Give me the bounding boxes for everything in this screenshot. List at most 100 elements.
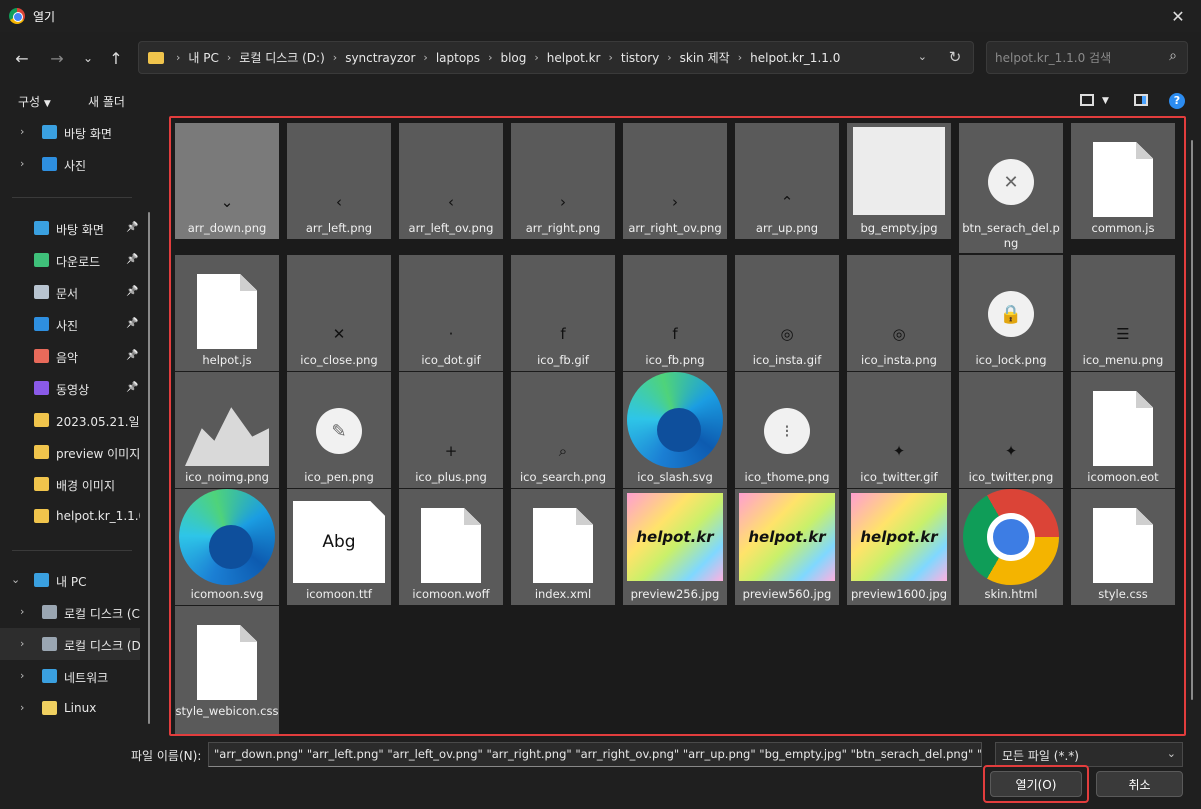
file-tile[interactable]: › arr_right_ov.png: [623, 123, 727, 239]
file-tile[interactable]: ‹ arr_left_ov.png: [399, 123, 503, 239]
breadcrumb-separator-icon[interactable]: ›: [423, 51, 427, 64]
file-tile[interactable]: ⁝ ico_thome.png: [735, 372, 839, 488]
file-tile[interactable]: ☰ ico_menu.png: [1071, 255, 1175, 371]
close-window-button[interactable]: ✕: [1155, 0, 1201, 32]
sidebar-scrollbar[interactable]: [148, 212, 150, 724]
breadcrumb-separator-icon[interactable]: ›: [176, 51, 180, 64]
file-tile[interactable]: ⌄ arr_down.png: [175, 123, 279, 239]
sidebar-item[interactable]: 동영상 📌: [0, 372, 140, 404]
chevron-right-icon[interactable]: ›: [20, 157, 24, 170]
file-tile[interactable]: style_webicon.css: [175, 606, 279, 734]
breadcrumb-item[interactable]: 로컬 디스크 (D:): [239, 49, 324, 66]
refresh-icon[interactable]: ↻: [945, 48, 965, 68]
file-tile[interactable]: helpot.kr preview256.jpg: [623, 489, 727, 605]
file-tile[interactable]: f ico_fb.gif: [511, 255, 615, 371]
sidebar-item[interactable]: helpot.kr_1.1.0: [0, 500, 140, 532]
sidebar-item[interactable]: › 네트워크: [0, 660, 140, 692]
file-tile[interactable]: ‹ arr_left.png: [287, 123, 391, 239]
up-arrow-icon[interactable]: ↑: [104, 46, 128, 70]
breadcrumb-item[interactable]: helpot.kr: [547, 51, 601, 65]
chevron-right-icon[interactable]: ›: [20, 605, 24, 618]
breadcrumb-separator-icon[interactable]: ›: [667, 51, 671, 64]
file-tile[interactable]: ◎ ico_insta.png: [847, 255, 951, 371]
file-tile[interactable]: helpot.js: [175, 255, 279, 371]
file-tile[interactable]: helpot.kr preview560.jpg: [735, 489, 839, 605]
file-tile[interactable]: ico_slash.svg: [623, 372, 727, 488]
file-tile[interactable]: bg_empty.jpg: [847, 123, 951, 239]
sidebar-item[interactable]: › Linux: [0, 692, 140, 724]
chevron-right-icon[interactable]: ›: [20, 125, 24, 138]
file-tile[interactable]: ✕ ico_close.png: [287, 255, 391, 371]
breadcrumb-separator-icon[interactable]: ›: [534, 51, 538, 64]
file-tile[interactable]: icomoon.woff: [399, 489, 503, 605]
file-tile[interactable]: ico_noimg.png: [175, 372, 279, 488]
view-mode-icon[interactable]: [1080, 94, 1094, 106]
file-tile[interactable]: ◎ ico_insta.gif: [735, 255, 839, 371]
chevron-down-icon[interactable]: ⌄: [11, 573, 20, 586]
filename-input[interactable]: "arr_down.png" "arr_left.png" "arr_left_…: [208, 742, 982, 767]
sidebar-item[interactable]: 음악 📌: [0, 340, 140, 372]
file-tile[interactable]: helpot.kr preview1600.jpg: [847, 489, 951, 605]
breadcrumb-item[interactable]: tistory: [621, 51, 659, 65]
breadcrumb-item[interactable]: helpot.kr_1.1.0: [750, 51, 840, 65]
breadcrumb-item[interactable]: skin 제작: [680, 49, 730, 66]
sidebar-item[interactable]: 2023.05.21.일: [0, 404, 140, 436]
breadcrumb-separator-icon[interactable]: ›: [333, 51, 337, 64]
file-tile[interactable]: ✎ ico_pen.png: [287, 372, 391, 488]
content-scrollbar[interactable]: [1191, 140, 1193, 700]
open-button[interactable]: 열기(O): [990, 771, 1082, 797]
sidebar-item[interactable]: › 로컬 디스크 (C: [0, 596, 140, 628]
sidebar-item[interactable]: 바탕 화면 📌: [0, 212, 140, 244]
chevron-right-icon[interactable]: ›: [20, 637, 24, 650]
file-tile[interactable]: common.js: [1071, 123, 1175, 239]
help-icon[interactable]: ?: [1169, 93, 1185, 109]
file-tile[interactable]: skin.html: [959, 489, 1063, 605]
file-tile[interactable]: · ico_dot.gif: [399, 255, 503, 371]
new-folder-button[interactable]: 새 폴더: [88, 93, 125, 110]
back-arrow-icon[interactable]: ←: [10, 46, 34, 70]
sidebar-item[interactable]: 배경 이미지: [0, 468, 140, 500]
preview-pane-icon[interactable]: [1134, 94, 1148, 106]
sidebar-item[interactable]: › 로컬 디스크 (D: [0, 628, 140, 660]
breadcrumb-separator-icon[interactable]: ›: [227, 51, 231, 64]
file-tile[interactable]: 🔒 ico_lock.png: [959, 255, 1063, 371]
file-tile[interactable]: ✦ ico_twitter.png: [959, 372, 1063, 488]
sidebar-item[interactable]: 문서 📌: [0, 276, 140, 308]
file-type-select[interactable]: 모든 파일 (*.*) ⌄: [995, 742, 1183, 767]
sidebar-item[interactable]: › 사진: [0, 148, 140, 180]
breadcrumb-separator-icon[interactable]: ›: [608, 51, 612, 64]
file-tile[interactable]: Abg icomoon.ttf: [287, 489, 391, 605]
file-tile[interactable]: › arr_right.png: [511, 123, 615, 239]
address-bar[interactable]: › 내 PC › 로컬 디스크 (D:) › synctrayzor › laptops › bl…: [138, 41, 974, 74]
chevron-right-icon[interactable]: ›: [20, 701, 24, 714]
chevron-down-icon[interactable]: ⌄: [918, 50, 927, 63]
sidebar-item[interactable]: 사진 📌: [0, 308, 140, 340]
file-tile[interactable]: index.xml: [511, 489, 615, 605]
breadcrumb-item[interactable]: 내 PC: [188, 49, 218, 66]
file-tile[interactable]: ✕ btn_serach_del.png: [959, 123, 1063, 253]
file-tile[interactable]: ⌃ arr_up.png: [735, 123, 839, 239]
breadcrumb-item[interactable]: laptops: [436, 51, 480, 65]
file-tile[interactable]: ⌕ ico_search.png: [511, 372, 615, 488]
sidebar-item[interactable]: preview 이미지: [0, 436, 140, 468]
breadcrumb-separator-icon[interactable]: ›: [738, 51, 742, 64]
sidebar-item[interactable]: ⌄ 내 PC: [0, 564, 140, 596]
file-tile[interactable]: f ico_fb.png: [623, 255, 727, 371]
cancel-button[interactable]: 취소: [1096, 771, 1183, 797]
search-box[interactable]: ⌕: [986, 41, 1188, 74]
sidebar-item[interactable]: 다운로드 📌: [0, 244, 140, 276]
breadcrumb-separator-icon[interactable]: ›: [488, 51, 492, 64]
view-chevron-down-icon[interactable]: ▼: [1102, 96, 1109, 106]
chevron-right-icon[interactable]: ›: [20, 669, 24, 682]
search-input[interactable]: [995, 49, 1155, 67]
file-tile[interactable]: ✦ ico_twitter.gif: [847, 372, 951, 488]
breadcrumb-item[interactable]: blog: [500, 51, 526, 65]
sidebar-item[interactable]: › 바탕 화면: [0, 116, 140, 148]
file-tile[interactable]: icomoon.svg: [175, 489, 279, 605]
forward-arrow-icon[interactable]: →: [45, 46, 69, 70]
file-tile[interactable]: + ico_plus.png: [399, 372, 503, 488]
recent-locations-chevron-icon[interactable]: ⌄: [76, 46, 100, 70]
file-tile[interactable]: style.css: [1071, 489, 1175, 605]
file-tile[interactable]: icomoon.eot: [1071, 372, 1175, 488]
organize-menu-button[interactable]: 구성 ▼: [18, 93, 51, 110]
